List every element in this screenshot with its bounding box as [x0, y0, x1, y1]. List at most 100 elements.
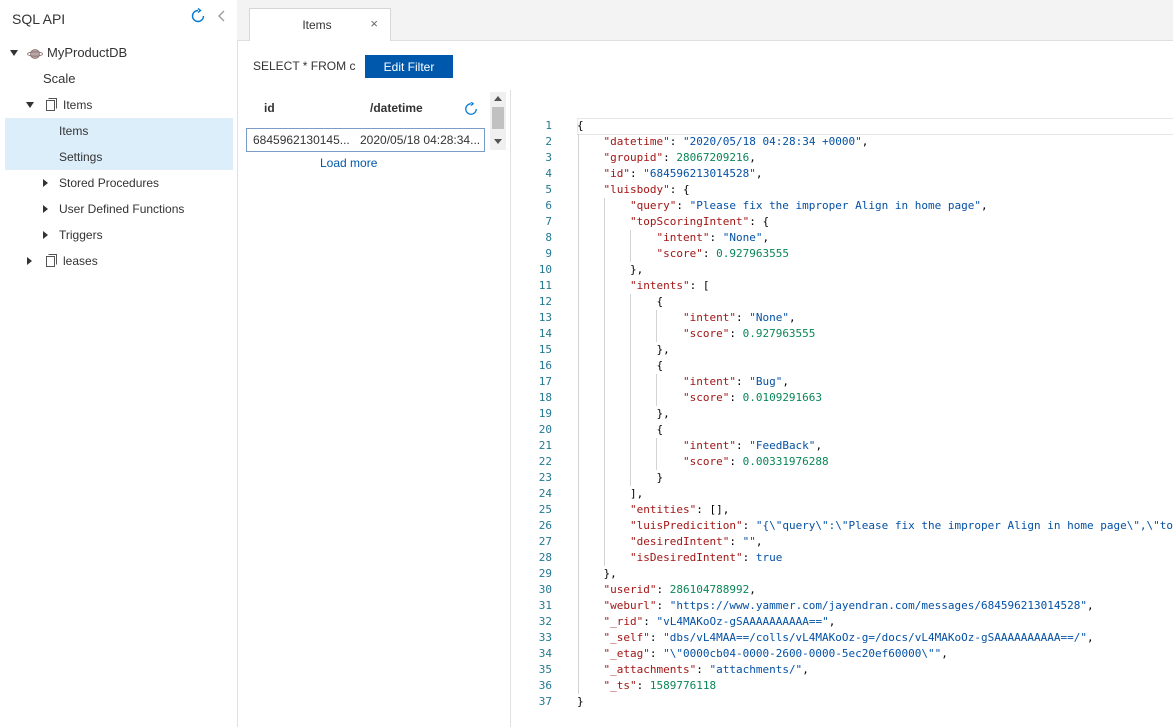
- code-line: "luisbody": {: [603, 183, 690, 196]
- code-line: "intent": "FeedBack",: [682, 439, 823, 452]
- tree-item-udfs[interactable]: User Defined Functions: [0, 196, 233, 222]
- tree-item-stored-procedures[interactable]: Stored Procedures: [0, 170, 233, 196]
- line-number: 28: [538, 551, 552, 564]
- expand-caret-icon[interactable]: [43, 205, 48, 213]
- scrollbar-thumb[interactable]: [492, 107, 504, 129]
- triggers-label: Triggers: [59, 228, 103, 242]
- line-number: 23: [538, 471, 552, 484]
- line-number: 16: [538, 359, 552, 372]
- line-number: 31: [538, 599, 552, 612]
- collection-icon: [46, 98, 57, 111]
- line-number: 15: [538, 343, 552, 356]
- code-line: "isDesiredIntent": true: [629, 551, 783, 564]
- line-number: 34: [538, 647, 552, 660]
- refresh-icon[interactable]: [190, 8, 206, 24]
- collection-icon: [46, 254, 57, 267]
- database-planet-icon: [27, 49, 43, 59]
- code-line: {: [577, 295, 664, 308]
- expand-caret-icon[interactable]: [27, 257, 32, 265]
- code-line: "intent": "None",: [656, 231, 770, 244]
- settings-label: Settings: [59, 150, 103, 164]
- code-line: "_etag": "\"0000cb04-0000-2600-0000-5ec2…: [603, 647, 948, 660]
- indent-guide: [656, 310, 657, 342]
- code-line: {: [577, 423, 664, 436]
- line-number: 29: [538, 567, 552, 580]
- tab-strip: Items ×: [237, 0, 1173, 41]
- line-number: 17: [538, 375, 552, 388]
- scroll-down-arrow-icon[interactable]: [494, 139, 502, 144]
- line-number: 11: [538, 279, 552, 292]
- line-number: 9: [545, 247, 552, 260]
- code-line: "entities": [],: [629, 503, 730, 516]
- scale-label: Scale: [43, 71, 76, 86]
- line-number: 20: [538, 423, 552, 436]
- code-line: "id": "684596213014528",: [603, 167, 763, 180]
- collection-name: Items: [63, 98, 93, 112]
- collapse-panel-icon[interactable]: [214, 8, 230, 24]
- line-number: 13: [538, 311, 552, 324]
- code-line: "_attachments": "attachments/",: [603, 663, 809, 676]
- line-number: 6: [545, 199, 552, 212]
- code-line: "intent": "None",: [682, 311, 796, 324]
- code-line: {: [577, 359, 664, 372]
- table-row[interactable]: 6845962130145... 2020/05/18 04:28:34...: [246, 128, 485, 152]
- tree-item-database[interactable]: MyProductDB: [0, 40, 233, 66]
- line-number: 25: [538, 503, 552, 516]
- tree-item-items[interactable]: Items: [5, 118, 233, 144]
- code-line: },: [577, 407, 670, 420]
- line-number: 27: [538, 535, 552, 548]
- indent-guide: [656, 374, 657, 406]
- tree-item-collection[interactable]: Items: [0, 92, 233, 118]
- code-line: "datetime": "2020/05/18 04:28:34 +0000",: [603, 135, 869, 148]
- stored-procedures-label: Stored Procedures: [59, 176, 160, 190]
- line-number: 19: [538, 407, 552, 420]
- edit-filter-button[interactable]: Edit Filter: [365, 55, 453, 78]
- column-header-datetime[interactable]: /datetime: [370, 101, 423, 115]
- load-more-link[interactable]: Load more: [320, 156, 377, 170]
- code-line: {: [577, 119, 584, 132]
- tab-items[interactable]: Items ×: [249, 8, 391, 41]
- tree-item-leases[interactable]: leases: [0, 248, 233, 274]
- scroll-up-arrow-icon[interactable]: [494, 96, 502, 101]
- leases-name: leases: [63, 254, 98, 268]
- close-icon[interactable]: ×: [370, 16, 378, 31]
- line-number: 10: [538, 263, 552, 276]
- code-line: "_ts": 1589776118: [603, 679, 717, 692]
- tree-item-triggers[interactable]: Triggers: [0, 222, 233, 248]
- code-line: "weburl": "https://www.yammer.com/jayend…: [603, 599, 1094, 612]
- column-header-id[interactable]: id: [264, 101, 275, 115]
- tree-item-scale[interactable]: Scale: [0, 66, 233, 92]
- code-line: "_rid": "vL4MAKoOz-gSAAAAAAAAAA==",: [603, 615, 836, 628]
- line-number: 32: [538, 615, 552, 628]
- code-line: "score": 0.0109291663: [682, 391, 823, 404]
- line-number: 36: [538, 679, 552, 692]
- code-line: "score": 0.927963555: [682, 327, 816, 340]
- line-number: 22: [538, 455, 552, 468]
- tree-item-settings[interactable]: Settings: [5, 144, 233, 170]
- line-number: 3: [545, 151, 552, 164]
- code-line: },: [577, 263, 644, 276]
- code-line: "score": 0.927963555: [656, 247, 789, 260]
- indent-guide: [578, 134, 579, 694]
- api-title: SQL API: [12, 11, 66, 27]
- expand-caret-icon[interactable]: [43, 231, 48, 239]
- refresh-icon[interactable]: [464, 102, 478, 116]
- json-editor[interactable]: 1 {2 "datetime": "2020/05/18 04:28:34 +00…: [511, 116, 1173, 716]
- line-number: 14: [538, 327, 552, 340]
- code-line: "userid": 286104788992,: [603, 583, 756, 596]
- cell-id: 6845962130145...: [253, 133, 350, 147]
- expand-caret-icon[interactable]: [26, 102, 34, 108]
- line-number: 33: [538, 631, 552, 644]
- code-line: }: [577, 695, 584, 708]
- code-line: ],: [577, 487, 644, 500]
- code-line: "score": 0.00331976288: [682, 455, 829, 468]
- line-number: 8: [545, 231, 552, 244]
- code-line: "intent": "Bug",: [682, 375, 789, 388]
- indent-guide: [630, 294, 631, 486]
- items-label: Items: [59, 124, 89, 138]
- expand-caret-icon[interactable]: [43, 179, 48, 187]
- code-line: }: [577, 471, 664, 484]
- line-number: 24: [538, 487, 552, 500]
- expand-caret-icon[interactable]: [10, 50, 18, 56]
- query-text: SELECT * FROM c: [253, 59, 356, 73]
